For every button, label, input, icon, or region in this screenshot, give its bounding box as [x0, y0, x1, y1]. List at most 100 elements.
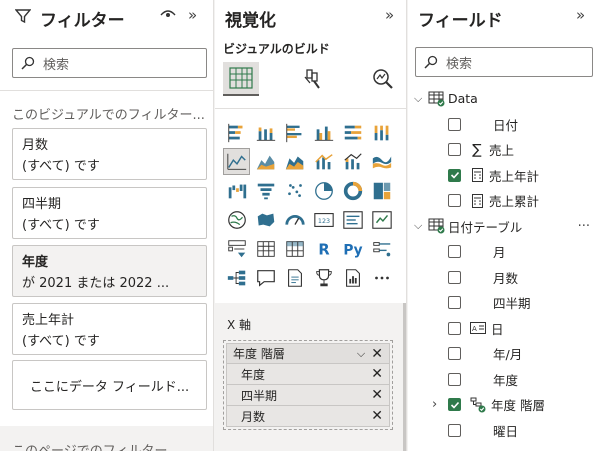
viz-scrollbar[interactable] [403, 303, 406, 451]
filter-card-quarter[interactable]: 四半期 (すべて) です [12, 187, 207, 239]
donut-chart-icon[interactable] [340, 178, 365, 203]
field-row[interactable]: 曜日 [408, 418, 600, 443]
field-row[interactable]: 売上累計 [408, 188, 600, 213]
well-hierarchy-row[interactable]: 年度 階層 ⌵ ✕ [226, 343, 390, 364]
clustered-bar-icon[interactable] [282, 120, 307, 145]
ribbon-chart-icon[interactable] [369, 149, 394, 174]
clustered-column-icon[interactable] [311, 120, 336, 145]
close-icon[interactable]: ✕ [371, 346, 383, 362]
100-stacked-bar-icon[interactable] [340, 120, 365, 145]
field-row[interactable]: 年度 [408, 367, 600, 392]
stacked-bar-icon[interactable] [224, 120, 249, 145]
field-row[interactable]: ∑ 売上 [408, 137, 600, 162]
well-level-row[interactable]: 四半期 ✕ [226, 385, 390, 406]
fields-title: フィールド [418, 11, 503, 31]
filter-card-value: (すべて) です [22, 218, 100, 233]
slicer-icon[interactable] [224, 236, 249, 261]
kpi-icon[interactable] [369, 207, 394, 232]
well-level-label: 四半期 [241, 388, 278, 403]
r-visual-icon[interactable]: R [311, 236, 336, 261]
eye-icon[interactable] [160, 7, 176, 25]
add-data-field-drop-zone[interactable]: ここにデータ フィールド... [12, 360, 207, 410]
field-row[interactable]: 月 [408, 239, 600, 264]
multi-row-card-icon[interactable] [340, 207, 365, 232]
table-header-row[interactable]: ⌵ Data [408, 86, 600, 111]
close-icon[interactable]: ✕ [371, 387, 383, 403]
chevron-right-icon[interactable]: › [432, 397, 437, 412]
paginated-report-icon[interactable] [340, 265, 365, 290]
field-checkbox[interactable] [448, 423, 461, 437]
100-stacked-column-icon[interactable] [369, 120, 394, 145]
field-checkbox[interactable] [448, 347, 461, 360]
field-checkbox[interactable] [448, 372, 461, 386]
field-checkbox[interactable] [448, 245, 461, 258]
pie-chart-icon[interactable] [311, 178, 336, 203]
tab-analytics[interactable] [365, 62, 401, 96]
close-icon[interactable]: ✕ [371, 408, 383, 424]
filled-map-icon[interactable] [253, 207, 278, 232]
field-checkbox[interactable] [448, 321, 461, 335]
field-checkbox[interactable] [448, 168, 461, 182]
filter-card-month[interactable]: 月数 (すべて) です [12, 128, 207, 180]
tab-format-visual[interactable] [295, 62, 331, 96]
field-row[interactable]: A 日 [408, 316, 600, 341]
table-header-row[interactable]: ⌵ 日付テーブル ··· [408, 214, 600, 239]
visual-gallery: 123 R Py [223, 120, 396, 294]
key-influencers-icon[interactable] [369, 236, 394, 261]
smart-narrative-icon[interactable] [282, 265, 307, 290]
filters-search-input[interactable]: 検索 [12, 48, 207, 78]
line-stacked-column-icon[interactable] [340, 149, 365, 174]
stacked-column-icon[interactable] [253, 120, 278, 145]
fields-search-placeholder: 検索 [446, 56, 473, 72]
field-row[interactable]: 売上年計 [408, 163, 600, 188]
collapse-filters-icon[interactable]: » [188, 6, 197, 24]
fields-search-input[interactable]: 検索 [415, 47, 593, 77]
table-icon[interactable] [253, 236, 278, 261]
qa-icon[interactable] [253, 265, 278, 290]
field-row[interactable]: 月数 [408, 265, 600, 290]
x-axis-well[interactable]: 年度 階層 ⌵ ✕ 年度 ✕ 四半期 ✕ 月数 ✕ [223, 340, 393, 430]
field-checkbox[interactable] [448, 143, 461, 156]
line-clustered-column-icon[interactable] [311, 149, 336, 174]
filter-card-title: 四半期 [22, 197, 62, 212]
field-checkbox[interactable] [448, 398, 461, 411]
waterfall-icon[interactable] [224, 178, 249, 203]
more-icon[interactable] [369, 265, 394, 290]
field-row[interactable]: › 年度 階層 [408, 392, 600, 417]
line-chart-icon[interactable] [223, 148, 250, 175]
tab-build-visual[interactable] [223, 62, 259, 96]
chevron-down-icon[interactable]: ⌵ [408, 92, 422, 106]
collapse-fields-icon[interactable]: » [576, 6, 585, 24]
metrics-icon[interactable] [311, 265, 336, 290]
field-checkbox[interactable] [448, 296, 461, 309]
field-name: 月数 [493, 270, 519, 286]
field-row[interactable]: 日付 [408, 112, 600, 137]
map-icon[interactable] [224, 207, 249, 232]
field-row[interactable]: 四半期 [408, 290, 600, 315]
field-checkbox[interactable] [448, 194, 461, 207]
funnel-icon[interactable] [253, 178, 278, 203]
chevron-down-icon[interactable]: ⌵ [408, 219, 422, 233]
text-field-icon: A [469, 322, 487, 334]
field-checkbox[interactable] [448, 270, 461, 284]
collapse-viz-icon[interactable]: » [385, 6, 394, 24]
chevron-down-icon[interactable]: ⌵ [357, 347, 365, 361]
decomposition-tree-icon[interactable] [224, 265, 249, 290]
filter-card-annual-sales[interactable]: 売上年計 (すべて) です [12, 303, 207, 355]
well-level-row[interactable]: 月数 ✕ [226, 406, 390, 427]
scatter-icon[interactable] [282, 178, 307, 203]
gauge-icon[interactable] [282, 207, 307, 232]
more-options-icon[interactable]: ··· [578, 219, 590, 234]
matrix-icon[interactable] [282, 236, 307, 261]
table-name: Data [448, 91, 478, 106]
area-chart-icon[interactable] [253, 149, 278, 174]
treemap-icon[interactable] [369, 178, 394, 203]
field-checkbox[interactable] [448, 117, 461, 131]
filter-card-year[interactable]: 年度 が 2021 または 2022 ... [12, 245, 207, 297]
python-visual-icon[interactable]: Py [340, 236, 365, 261]
card-icon[interactable]: 123 [311, 207, 336, 232]
field-row[interactable]: 年/月 [408, 341, 600, 366]
well-level-row[interactable]: 年度 ✕ [226, 364, 390, 385]
stacked-area-icon[interactable] [282, 149, 307, 174]
close-icon[interactable]: ✕ [371, 366, 383, 382]
